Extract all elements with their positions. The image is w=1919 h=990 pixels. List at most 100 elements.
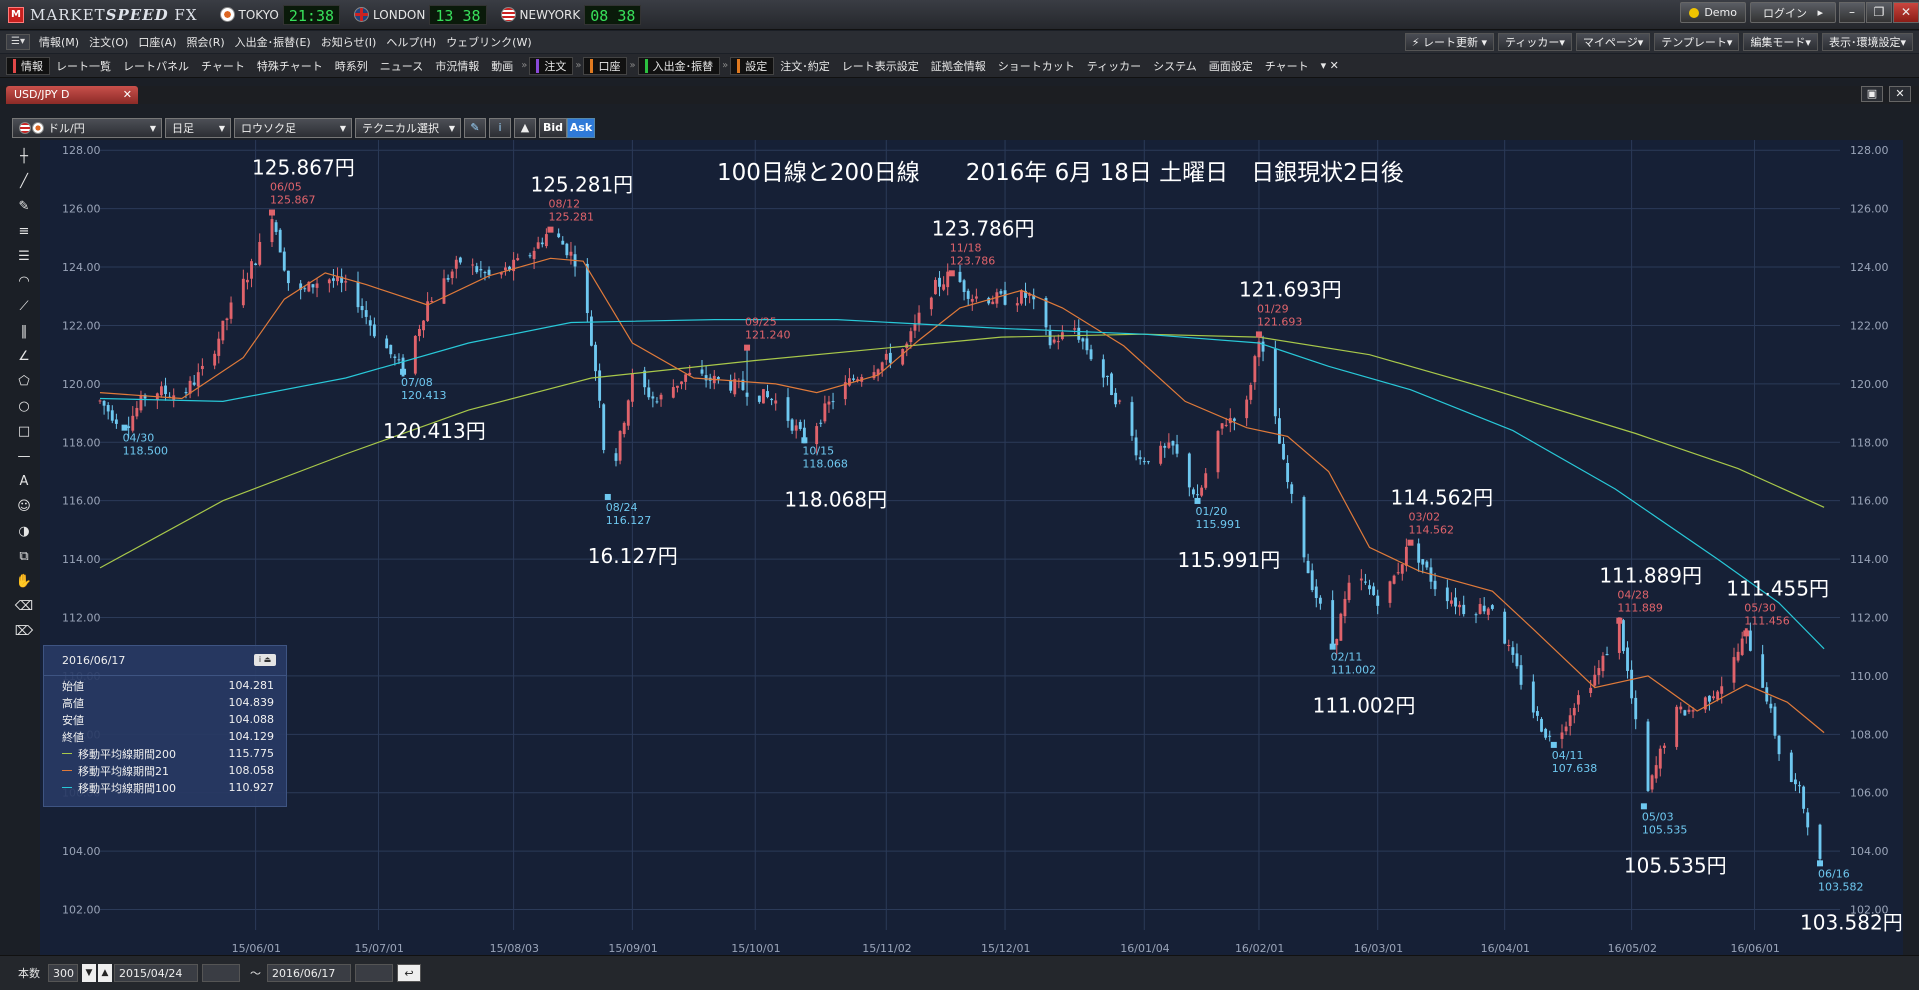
horizontal-lines-tool-icon[interactable]: ≡ bbox=[12, 221, 36, 243]
tab-close-icon[interactable]: ✕ bbox=[123, 86, 132, 104]
pencil-tool-icon[interactable]: ✎ bbox=[12, 196, 36, 218]
demo-button[interactable]: Demo bbox=[1680, 2, 1746, 23]
header-dropdown-button[interactable]: マイページ▾ bbox=[1575, 33, 1651, 51]
rectangle-tool-icon[interactable]: □ bbox=[12, 421, 36, 443]
tab-usdjpy-daily[interactable]: USD/JPY D ✕ bbox=[6, 86, 138, 104]
toolbar-item[interactable]: 注文･約定 bbox=[774, 58, 836, 74]
polygon-tool-icon[interactable]: ⬠ bbox=[12, 371, 36, 393]
currency-pair-select[interactable]: ドル/円 ▼ bbox=[12, 118, 162, 138]
from-time-input[interactable] bbox=[202, 964, 240, 982]
angle-tool-icon[interactable]: ∠ bbox=[12, 346, 36, 368]
vertical-lines-tool-icon[interactable]: ‖ bbox=[12, 321, 36, 343]
login-button[interactable]: ログイン ▸ bbox=[1750, 2, 1836, 23]
toolbar-item[interactable]: ニュース bbox=[374, 58, 429, 74]
ask-toggle[interactable]: Ask bbox=[567, 118, 595, 138]
candle-body bbox=[561, 240, 565, 245]
header-dropdown-button[interactable]: テンプレート▾ bbox=[1654, 33, 1740, 51]
arc-tool-icon[interactable]: ◠ bbox=[12, 271, 36, 293]
toolbar-item[interactable]: ティッカー bbox=[1081, 58, 1147, 74]
toolbar-item[interactable]: システム bbox=[1147, 58, 1203, 74]
info-label-wrap: 安値 bbox=[62, 712, 84, 728]
bid-toggle[interactable]: Bid bbox=[539, 118, 567, 138]
reset-range-icon[interactable]: ↩ bbox=[397, 964, 421, 982]
header-dropdown-button[interactable]: 表示･環境設定▾ bbox=[1821, 33, 1913, 51]
candle-body bbox=[1462, 604, 1466, 615]
technical-select[interactable]: テクニカル選択 ▼ bbox=[355, 118, 461, 138]
draw-pen-icon[interactable]: ✎ bbox=[464, 118, 486, 138]
toolbar-item[interactable]: チャート bbox=[1259, 58, 1315, 74]
toolbar-item[interactable]: 入出金･振替 bbox=[637, 56, 721, 75]
from-date-input[interactable]: 2015/04/24 bbox=[114, 964, 198, 982]
toolbar-item[interactable]: 特殊チャート bbox=[251, 58, 329, 74]
toolbar-group-marker bbox=[13, 58, 16, 73]
chart-type-select[interactable]: ロウソク足 ▼ bbox=[234, 118, 352, 138]
toolbar-item[interactable]: 市況情報 bbox=[429, 58, 485, 74]
copy-tool-icon[interactable]: ⧉ bbox=[12, 546, 36, 568]
toolbar-item-label: 特殊チャート bbox=[256, 59, 323, 73]
interval-select[interactable]: 日足 ▼ bbox=[165, 118, 231, 138]
candle-body bbox=[164, 385, 167, 395]
toolbar-item[interactable]: レートパネル bbox=[117, 58, 195, 74]
toolbar-item[interactable]: 時系列 bbox=[329, 58, 374, 74]
to-time-input[interactable] bbox=[355, 964, 393, 982]
y-tick-label-left: 104.00 bbox=[62, 845, 101, 858]
menu-item[interactable]: 情報(M) bbox=[34, 34, 84, 50]
circle-tool-icon[interactable]: ○ bbox=[12, 396, 36, 418]
chart-area[interactable]: 102.00102.00104.00104.00106.00106.00108.… bbox=[40, 140, 1903, 955]
minimize-button[interactable]: – bbox=[1839, 2, 1865, 23]
toolbar-overflow-button[interactable]: ▾ ✕ bbox=[1315, 59, 1345, 72]
icon-tool-icon[interactable]: ☺ bbox=[12, 496, 36, 518]
menu-item[interactable]: 入出金･振替(E) bbox=[230, 34, 316, 50]
text-tool-icon[interactable]: A bbox=[12, 471, 36, 493]
header-dropdown-button[interactable]: ティッカー▾ bbox=[1498, 33, 1572, 51]
fan-tool-icon[interactable]: ⟋ bbox=[12, 296, 36, 318]
uk-flag-icon bbox=[354, 7, 370, 22]
to-date-input[interactable]: 2016/06/17 bbox=[267, 964, 351, 982]
count-up-icon[interactable]: ▲ bbox=[98, 964, 112, 982]
candle-body bbox=[1191, 489, 1195, 495]
maximize-button[interactable]: ❐ bbox=[1866, 2, 1892, 23]
toolbar-item[interactable]: 設定 bbox=[730, 56, 775, 75]
magnet-tool-icon[interactable]: ◑ bbox=[12, 521, 36, 543]
header-dropdown-button[interactable]: ⚡ レート更新 ▾ bbox=[1404, 33, 1495, 51]
price-chart[interactable]: 102.00102.00104.00104.00106.00106.00108.… bbox=[40, 140, 1903, 955]
candle-body bbox=[671, 387, 675, 398]
eraser-all-tool-icon[interactable]: ⌦ bbox=[12, 621, 36, 643]
toolbar-item[interactable]: ショートカット bbox=[992, 58, 1081, 74]
hand-tool-icon[interactable]: ✋ bbox=[12, 571, 36, 593]
menu-item[interactable]: 口座(A) bbox=[133, 34, 181, 50]
toolbar-item[interactable]: 画面設定 bbox=[1203, 58, 1259, 74]
volume-icon[interactable]: ▲ bbox=[514, 118, 536, 138]
toolbar-item[interactable]: 動画 bbox=[485, 58, 519, 74]
restore-window-button[interactable]: ▣ bbox=[1861, 86, 1883, 102]
candle-body bbox=[942, 284, 946, 290]
info-icon[interactable]: i bbox=[489, 118, 511, 138]
toolbar-item[interactable]: 口座 bbox=[583, 56, 628, 75]
toolbar-item[interactable]: 情報 bbox=[6, 56, 50, 75]
trendline-tool-icon[interactable]: ╱ bbox=[12, 171, 36, 193]
crosshair-tool-icon[interactable]: ┼ bbox=[12, 146, 36, 168]
line-tool-icon[interactable]: — bbox=[12, 446, 36, 468]
toolbar-item[interactable]: レート一覧 bbox=[50, 58, 117, 74]
y-tick-label-left: 128.00 bbox=[62, 144, 101, 157]
header-dropdown-button[interactable]: 編集モード▾ bbox=[1743, 33, 1818, 51]
toolbar-item[interactable]: チャート bbox=[195, 58, 251, 74]
close-window-button[interactable]: ✕ bbox=[1893, 2, 1919, 23]
toolbar-item[interactable]: 注文 bbox=[529, 56, 574, 75]
main-menu-icon[interactable]: ☰▾ bbox=[6, 34, 30, 50]
multi-lines-tool-icon[interactable]: ☰ bbox=[12, 246, 36, 268]
toolbar-item[interactable]: 証拠金情報 bbox=[925, 58, 992, 74]
menu-item[interactable]: 注文(O) bbox=[84, 34, 133, 50]
extreme-date-label: 06/16 bbox=[1818, 867, 1850, 880]
menu-item[interactable]: お知らせ(I) bbox=[316, 34, 382, 50]
info-panel-toggle-icon[interactable]: i ⏏ bbox=[254, 654, 276, 666]
close-chart-button[interactable]: ✕ bbox=[1889, 86, 1911, 102]
menu-item[interactable]: 照会(R) bbox=[181, 34, 229, 50]
count-input[interactable]: 300 bbox=[48, 964, 78, 982]
menu-item[interactable]: ウェブリンク(W) bbox=[441, 34, 536, 50]
toolbar-item[interactable]: レート表示設定 bbox=[836, 58, 925, 74]
count-down-icon[interactable]: ▼ bbox=[82, 964, 96, 982]
candle-body bbox=[1503, 611, 1507, 644]
menu-item[interactable]: ヘルプ(H) bbox=[381, 34, 441, 50]
eraser-tool-icon[interactable]: ⌫ bbox=[12, 596, 36, 618]
